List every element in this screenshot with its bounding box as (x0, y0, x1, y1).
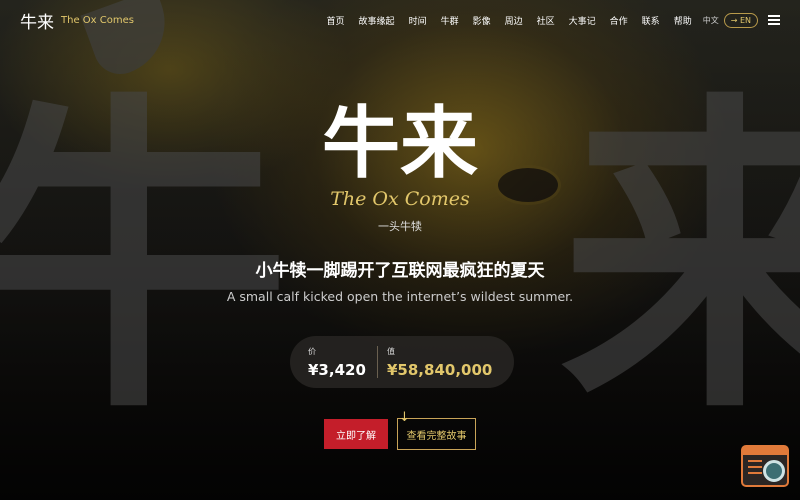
hero-subtitle: 一头牛犊 (378, 220, 422, 233)
arrow-down-icon: ↓ (399, 410, 410, 425)
stat-value-amount: ¥58,840,000 (387, 361, 493, 379)
hamburger-icon[interactable] (768, 15, 780, 25)
logo-cjk: 牛来 (20, 12, 54, 33)
nav-item-timeline[interactable]: 大事记 (562, 14, 603, 27)
stat-value-block: 值 ¥58,840,000 (387, 346, 492, 379)
nav-item-origin[interactable]: 故事缘起 (352, 14, 402, 27)
nav-item-media[interactable]: 影像 (466, 14, 498, 27)
nav-item-home[interactable]: 首页 (320, 14, 352, 27)
nav-menu: 首页 故事缘起 时间 牛群 影像 周边 社区 大事记 合作 联系 帮助 中文 →… (320, 12, 780, 28)
stat-price-value: ¥3,420 (308, 361, 366, 379)
nav-item-merch[interactable]: 周边 (498, 14, 530, 27)
widget-title-bar (743, 447, 787, 455)
hero-title-cjk: 牛来 (321, 99, 478, 189)
logo-en: The Ox Comes (61, 14, 134, 26)
stats-pill: 价 ¥3,420 值 ¥58,840,000 (290, 336, 514, 388)
stat-divider (377, 346, 378, 378)
magnifier-icon (763, 460, 785, 482)
tagline-cn: 小牛犊一脚踢开了互联网最疯狂的夏天 (255, 261, 545, 281)
code-search-icon[interactable] (741, 445, 789, 487)
learn-more-button[interactable]: 立即了解 (324, 419, 388, 449)
nav-item-time[interactable]: 时间 (402, 14, 434, 27)
stat-price-label: 价 (308, 347, 316, 356)
lang-current: 中文 (702, 15, 719, 25)
stat-value-label: 值 (387, 347, 395, 356)
widget-lines (748, 460, 762, 478)
lang-switch-button[interactable]: → EN (723, 12, 758, 28)
nav-item-herd[interactable]: 牛群 (434, 14, 466, 27)
tagline-en: A small calf kicked open the internet’s … (226, 289, 574, 304)
hero-content: 牛来 The Ox Comes 一头牛犊 小牛犊一脚踢开了互联网最疯狂的夏天 A… (0, 0, 800, 500)
top-nav: 牛来 The Ox Comes 首页 故事缘起 时间 牛群 影像 周边 社区 大… (0, 0, 800, 40)
nav-item-help[interactable]: 帮助 (667, 14, 699, 27)
stat-price: 价 ¥3,420 (308, 346, 366, 379)
nav-item-community[interactable]: 社区 (530, 14, 562, 27)
logo[interactable]: 牛来 The Ox Comes (20, 8, 134, 33)
nav-item-contact[interactable]: 联系 (635, 14, 667, 27)
hero-title-en: The Ox Comes (330, 188, 470, 210)
nav-item-partner[interactable]: 合作 (603, 14, 635, 27)
